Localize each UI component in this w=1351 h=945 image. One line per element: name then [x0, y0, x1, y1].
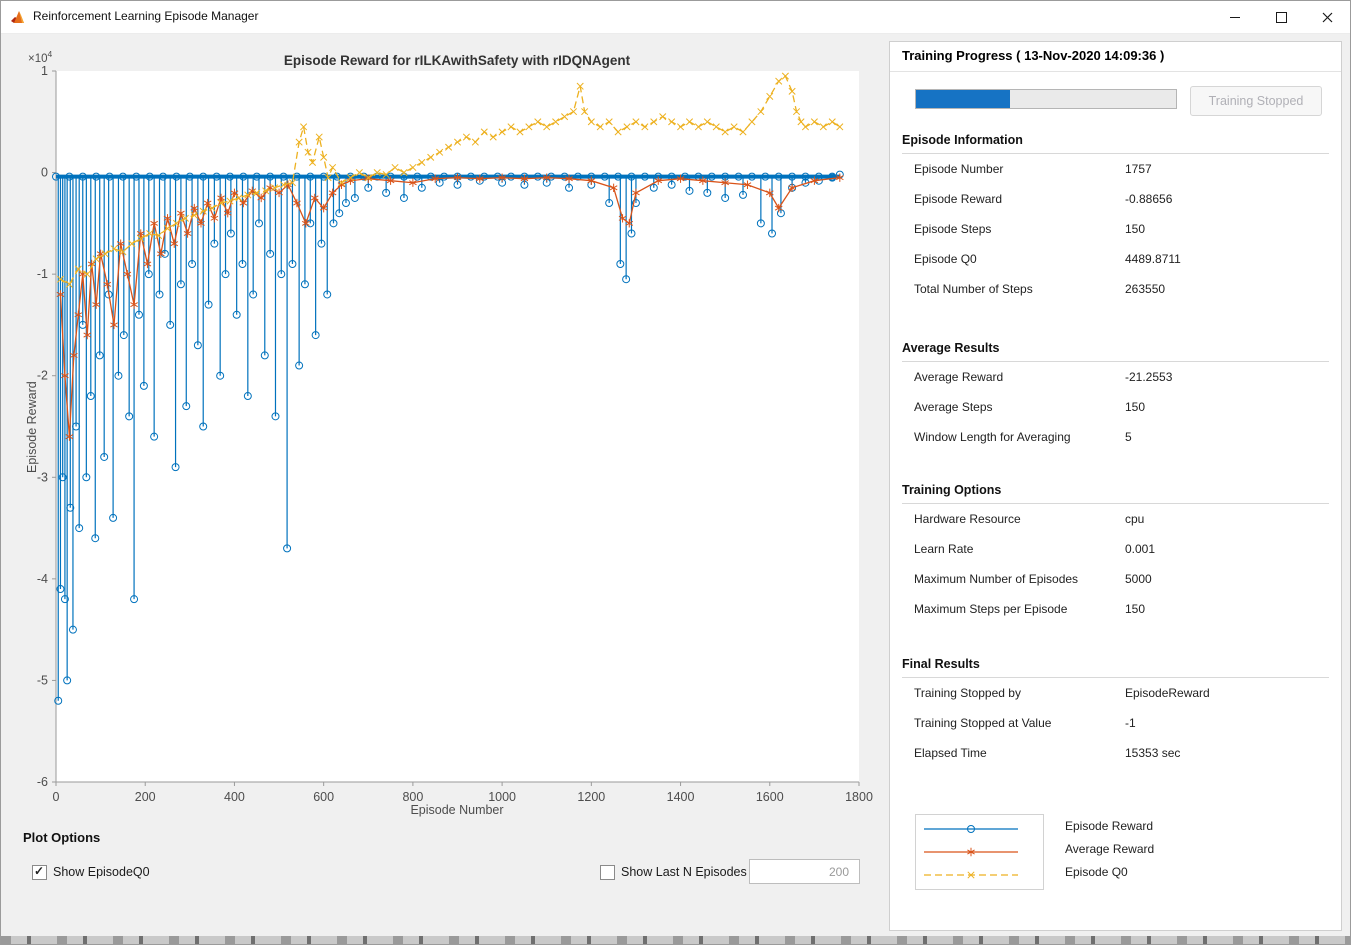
- plot-options-heading: Plot Options: [23, 830, 100, 845]
- final-results-section: Final Results Training Stopped byEpisode…: [902, 654, 1329, 768]
- x-tick-label: 1000: [488, 790, 516, 804]
- panel-divider: [890, 71, 1341, 72]
- info-row: Average Steps150: [902, 392, 1329, 422]
- y-axis-label: Episode Reward: [25, 381, 39, 473]
- info-row: Total Number of Steps263550: [902, 274, 1329, 304]
- x-axis-label: Episode Number: [410, 803, 503, 817]
- x-tick-label: 1600: [756, 790, 784, 804]
- info-row: Learn Rate0.001: [902, 534, 1329, 564]
- x-tick-label: 0: [53, 790, 60, 804]
- x-tick-label: 200: [135, 790, 156, 804]
- y-axis-exponent: ×104: [28, 49, 52, 65]
- window-title: Reinforcement Learning Episode Manager: [33, 9, 258, 23]
- y-tick-label: -4: [37, 572, 48, 586]
- legend-label-episode-q0: Episode Q0: [1065, 865, 1128, 879]
- taskbar-sliver: [1, 936, 1350, 944]
- info-row: Elapsed Time15353 sec: [902, 738, 1329, 768]
- maximize-icon: [1276, 12, 1287, 23]
- info-row: Maximum Number of Episodes5000: [902, 564, 1329, 594]
- training-progress-bar: [915, 89, 1177, 109]
- info-row: Episode Steps150: [902, 214, 1329, 244]
- chart-legend: [915, 814, 1044, 890]
- y-tick-label: -1: [37, 267, 48, 281]
- show-last-n-checkbox[interactable]: [600, 865, 615, 880]
- training-stopped-button[interactable]: Training Stopped: [1190, 86, 1322, 116]
- x-tick-label: 800: [402, 790, 423, 804]
- info-row: Maximum Steps per Episode150: [902, 594, 1329, 624]
- info-row: Training Stopped byEpisodeReward: [902, 678, 1329, 708]
- training-progress-panel: Training Progress ( 13-Nov-2020 14:09:36…: [889, 41, 1342, 931]
- average-results-section: Average Results Average Reward-21.2553 A…: [902, 338, 1329, 452]
- progress-fill: [916, 90, 1010, 108]
- show-episodeq0-checkbox[interactable]: [32, 865, 47, 880]
- episode-reward-chart: 0 200 400 600 800 1000 1200 1400 1600 1800 -6 -5 -4 -…: [1, 33, 881, 823]
- info-row: Episode Number1757: [902, 154, 1329, 184]
- maximize-button[interactable]: [1258, 1, 1304, 33]
- section-title: Final Results: [902, 654, 1329, 678]
- info-row: Episode Reward-0.88656: [902, 184, 1329, 214]
- last-n-episodes-input[interactable]: [749, 859, 860, 884]
- y-tick-label: 1: [41, 64, 48, 78]
- info-row: Window Length for Averaging5: [902, 422, 1329, 452]
- section-title: Average Results: [902, 338, 1329, 362]
- close-button[interactable]: [1304, 1, 1350, 33]
- training-options-section: Training Options Hardware Resourcecpu Le…: [902, 480, 1329, 624]
- y-tick-label: -5: [37, 673, 48, 687]
- x-tick-label: 1400: [667, 790, 695, 804]
- info-row: Episode Q04489.8711: [902, 244, 1329, 274]
- show-episodeq0-label[interactable]: Show EpisodeQ0: [53, 865, 150, 879]
- info-row: Training Stopped at Value-1: [902, 708, 1329, 738]
- legend-label-episode-reward: Episode Reward: [1065, 819, 1153, 833]
- info-row: Hardware Resourcecpu: [902, 504, 1329, 534]
- minimize-button[interactable]: [1212, 1, 1258, 33]
- section-title: Training Options: [902, 480, 1329, 504]
- show-last-n-label[interactable]: Show Last N Episodes: [621, 865, 747, 879]
- close-icon: [1322, 12, 1333, 23]
- legend-label-average-reward: Average Reward: [1065, 842, 1154, 856]
- y-tick-label: -6: [37, 775, 48, 789]
- x-tick-label: 1200: [577, 790, 605, 804]
- plot-title: Episode Reward for rILKAwithSafety with …: [284, 53, 630, 68]
- panel-heading: Training Progress ( 13-Nov-2020 14:09:36…: [902, 48, 1164, 63]
- matlab-icon: [10, 9, 26, 25]
- app-window: Reinforcement Learning Episode Manager 0…: [0, 0, 1351, 945]
- section-title: Episode Information: [902, 130, 1329, 154]
- x-tick-label: 400: [224, 790, 245, 804]
- title-bar: Reinforcement Learning Episode Manager: [1, 1, 1350, 34]
- x-tick-label: 600: [313, 790, 334, 804]
- episode-information-section: Episode Information Episode Number1757 E…: [902, 130, 1329, 304]
- info-row: Average Reward-21.2553: [902, 362, 1329, 392]
- x-tick-label: 1800: [845, 790, 873, 804]
- minimize-icon: [1230, 17, 1240, 18]
- y-tick-label: 0: [41, 166, 48, 180]
